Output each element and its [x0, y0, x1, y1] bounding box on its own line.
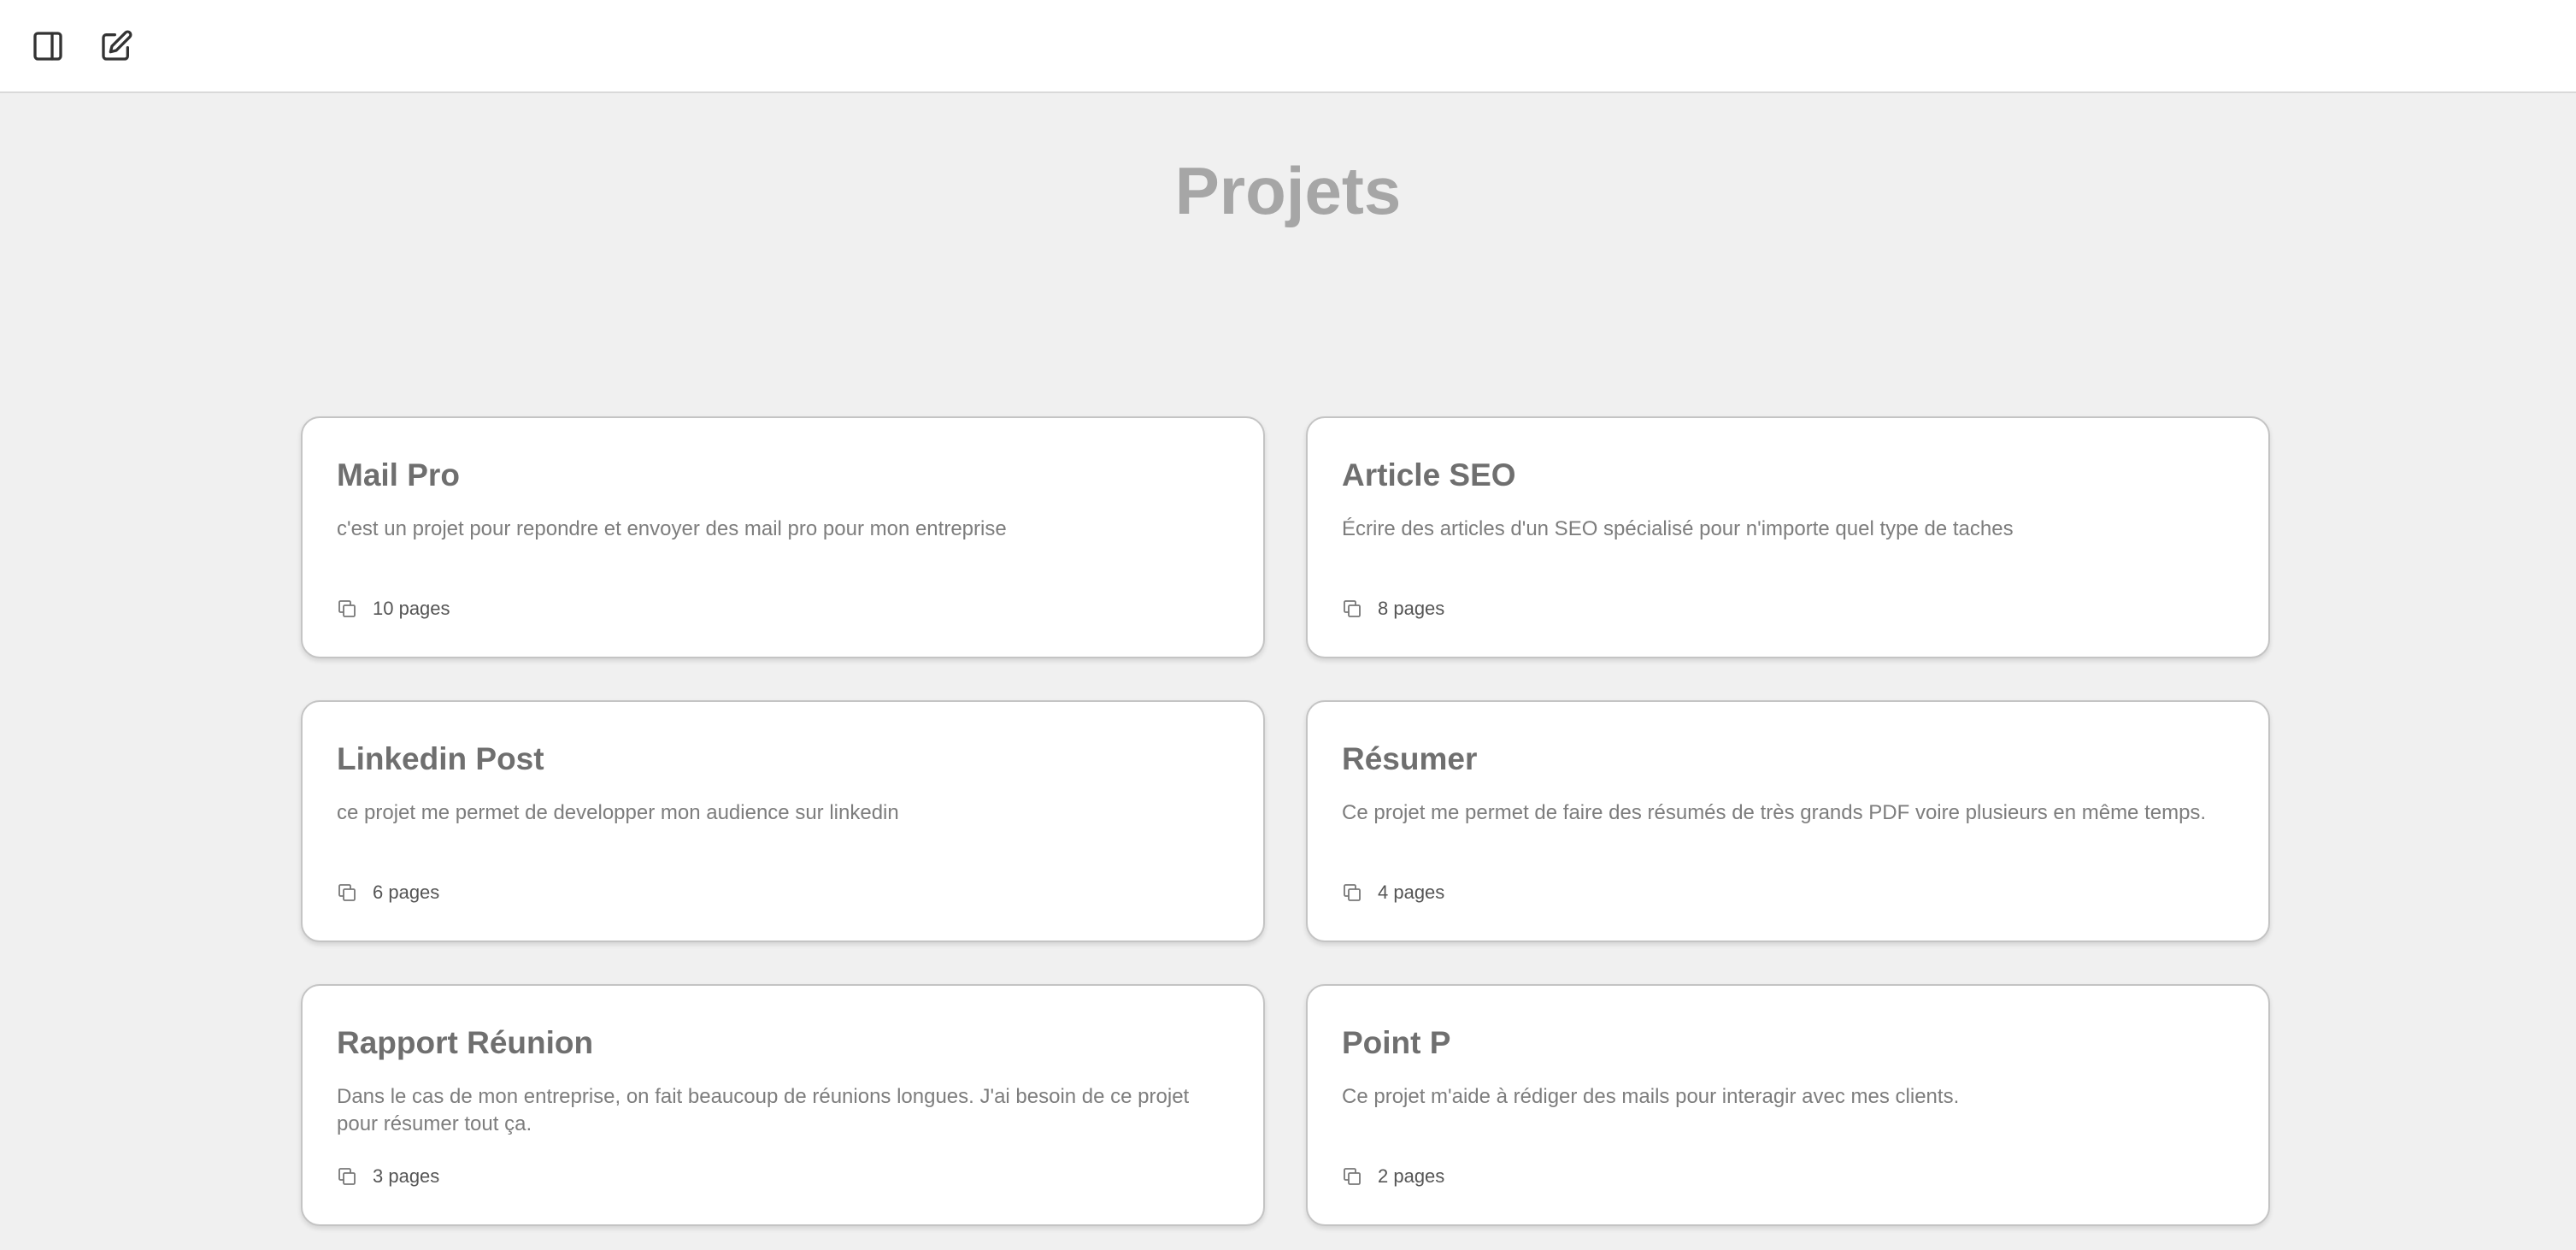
page-count-label: 8 pages [1378, 598, 1445, 619]
project-description: ce projet me permet de developper mon au… [337, 801, 899, 824]
project-card[interactable]: Article SEO Écrire des articles d'un SEO… [1306, 416, 2270, 658]
copy-pages-icon [338, 884, 356, 901]
top-bar [0, 0, 2576, 93]
project-page-count: 8 pages [1342, 598, 1444, 620]
project-title: Point P [1342, 1025, 1451, 1060]
project-page-count: 4 pages [1342, 881, 1444, 904]
page-count-label: 3 pages [373, 1165, 440, 1187]
project-card[interactable]: Résumer Ce projet me permet de faire des… [1306, 700, 2270, 942]
project-page-count: 10 pages [337, 598, 450, 620]
project-card[interactable]: Point P Ce projet m'aide à rédiger des m… [1306, 984, 2270, 1226]
project-description: Dans le cas de mon entreprise, on fait b… [337, 1085, 1190, 1135]
project-title: Article SEO [1342, 457, 1516, 492]
page-count-label: 2 pages [1378, 1165, 1445, 1187]
project-page-count: 2 pages [1342, 1165, 1444, 1188]
project-description: Ce projet me permet de faire des résumés… [1342, 801, 2207, 824]
page-count-label: 10 pages [373, 598, 450, 619]
copy-pages-icon [1344, 600, 1361, 617]
copy-pages-icon [338, 600, 356, 617]
project-page-count: 3 pages [337, 1165, 439, 1188]
project-title: Mail Pro [337, 457, 460, 492]
edit-icon [102, 30, 132, 61]
project-card[interactable]: Rapport Réunion Dans le cas de mon entre… [301, 984, 1265, 1226]
project-card[interactable]: Linkedin Post ce projet me permet de dev… [301, 700, 1265, 942]
copy-pages-icon [1344, 1168, 1361, 1185]
project-title: Linkedin Post [337, 741, 544, 776]
project-description: c'est un projet pour repondre et envoyer… [337, 517, 1007, 540]
copy-pages-icon [338, 1168, 356, 1185]
project-card[interactable]: Mail Pro c'est un projet pour repondre e… [301, 416, 1265, 658]
page-title: Projets [1174, 153, 1402, 228]
project-page-count: 6 pages [337, 881, 439, 904]
copy-pages-icon [1344, 884, 1361, 901]
page-count-label: 6 pages [373, 881, 440, 903]
page-count-label: 4 pages [1378, 881, 1445, 903]
sidebar-toggle-icon [33, 32, 62, 61]
new-project-button[interactable] [94, 24, 138, 68]
project-description: Écrire des articles d'un SEO spécialisé … [1342, 517, 2014, 540]
project-description: Ce projet m'aide à rédiger des mails pou… [1342, 1085, 1960, 1108]
sidebar-toggle-button[interactable] [26, 24, 70, 68]
project-title: Rapport Réunion [337, 1025, 594, 1060]
project-title: Résumer [1342, 741, 1478, 776]
